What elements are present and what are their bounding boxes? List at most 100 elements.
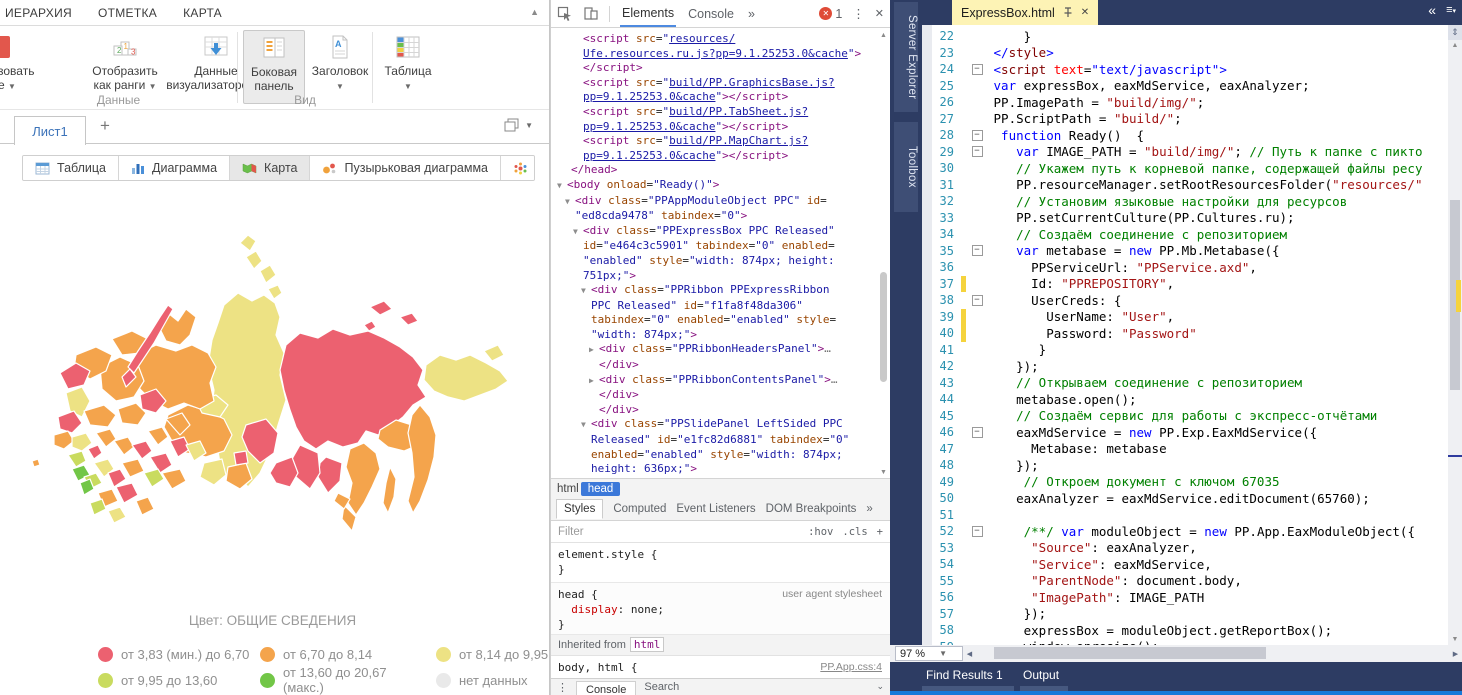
dom-tree-line[interactable]: pp=9.1.25253.0&cache"></script> [551, 149, 890, 164]
find-results-tab[interactable]: Find Results 1 [926, 668, 1003, 682]
code-line[interactable]: 36PPServiceUrl: "PPService.axd", [932, 259, 1448, 276]
fold-box-icon[interactable]: − [972, 427, 983, 438]
doc-tab-expressbox[interactable]: ExpressBox.html ✕ [952, 0, 1098, 25]
sheet-tab-list1[interactable]: Лист1 [14, 116, 86, 145]
dom-tree-line[interactable]: ▼<div class="PPAppModuleObject PPC" id= [551, 194, 890, 210]
view-tab-chart[interactable]: Диаграмма [119, 156, 230, 180]
tab-styles[interactable]: Styles [556, 499, 603, 519]
close-tab-icon[interactable]: ✕ [1081, 7, 1089, 18]
code-line[interactable]: 58expressBox = moduleObject.getReportBox… [932, 622, 1448, 639]
dom-tree-line[interactable]: </script> [551, 61, 890, 76]
dom-tree-line[interactable]: </div> [551, 403, 890, 418]
code-line[interactable]: 44metabase.open(); [932, 391, 1448, 408]
code-line[interactable]: 45// Создаём сервис для работы с экспрес… [932, 408, 1448, 425]
dom-tree-line[interactable]: ▼<body onload="Ready()"> [551, 178, 890, 194]
horizontal-scrollbar[interactable] [976, 645, 1449, 662]
code-line[interactable]: 33PP.setCurrentCulture(PP.Cultures.ru); [932, 210, 1448, 227]
more-tabs-icon[interactable]: » [746, 2, 757, 26]
window-layout-button[interactable]: ▼ [504, 118, 533, 132]
code-line[interactable]: 22} [932, 28, 1448, 45]
zoom-select[interactable]: 97 %▼ [895, 646, 963, 661]
tab-computed[interactable]: Computed [613, 503, 666, 515]
output-tab[interactable]: Output [1023, 668, 1059, 682]
drawer-tab-console[interactable]: Console [576, 681, 636, 695]
add-sheet-button[interactable]: + [100, 116, 110, 136]
more-style-tabs-icon[interactable]: » [866, 503, 872, 515]
server-explorer-tab[interactable]: Server Explorer [894, 2, 918, 112]
dom-tree-line[interactable]: ▼<div class="PPRibbon PPExpressRibbon [551, 283, 890, 299]
code-line[interactable]: 47Metabase: metabase [932, 441, 1448, 458]
rule-element-style[interactable]: element.style {} [551, 543, 890, 583]
view-tab-map[interactable]: Карта [230, 156, 310, 180]
dom-tree-line[interactable]: height: 636px;"> [551, 462, 890, 477]
dom-tree-line[interactable]: <script src="build/PP.MapChart.js? [551, 134, 890, 149]
devtools-menu-icon[interactable]: ⋮ [852, 6, 865, 21]
fold-box-icon[interactable]: − [972, 245, 983, 256]
code-line[interactable]: 50eaxAnalyzer = eaxMdService.editDocumen… [932, 490, 1448, 507]
view-tab-table[interactable]: Таблица [23, 156, 119, 180]
code-line[interactable]: 53"Source": eaxAnalyzer, [932, 540, 1448, 557]
ribbon-tab-mark[interactable]: ОТМЕТКА [85, 6, 170, 20]
code-line[interactable]: 30// Укажем путь к корневой папке, содер… [932, 160, 1448, 177]
code-line[interactable]: 48}); [932, 457, 1448, 474]
devtools-tab-elements[interactable]: Elements [620, 1, 676, 27]
code-line[interactable]: 49// Откроем документ с ключом 67035 [932, 474, 1448, 491]
collapse-panel-icon[interactable]: « [1428, 2, 1436, 18]
tab-dom-breakpoints[interactable]: DOM Breakpoints [766, 503, 857, 515]
inspect-icon[interactable] [557, 6, 573, 22]
fold-box-icon[interactable]: − [972, 146, 983, 157]
dom-tree-line[interactable]: </head> [551, 163, 890, 178]
ribbon-tab-hierarchy[interactable]: ИЕРАРХИЯ [0, 6, 85, 20]
dom-tree-line[interactable]: PPC Released" id="f1fa8f48da306" [551, 299, 890, 314]
class-toggle[interactable]: .cls [842, 526, 867, 538]
code-line[interactable]: 55"ParentNode": document.body, [932, 573, 1448, 590]
dom-tree-line[interactable]: <script src="build/PP.GraphicsBase.js? [551, 76, 890, 91]
scroll-up-icon[interactable]: ▲ [878, 32, 889, 39]
code-line[interactable]: 40Password: "Password" [932, 325, 1448, 342]
rule-head[interactable]: head { user agent stylesheet display: no… [551, 583, 890, 635]
code-line[interactable]: 26PP.ImagePath = "build/img/"; [932, 94, 1448, 111]
tab-event-listeners[interactable]: Event Listeners [676, 503, 755, 515]
ribbon-cut-button[interactable]: зовать е ▼ [0, 30, 56, 94]
dom-tree-line[interactable]: enabled="enabled" style="width: 874px; [551, 448, 890, 463]
toolbox-tab[interactable]: Toolbox [894, 122, 918, 212]
dom-tree-line[interactable]: ▼<div class="PPExpressBox PPC Released" [551, 224, 890, 240]
dom-tree-line[interactable]: "width: 874px;"> [551, 328, 890, 343]
code-line[interactable]: 24−<script text="text/javascript"> [932, 61, 1448, 78]
filter-input[interactable]: Filter [558, 526, 584, 538]
code-line[interactable]: 29−var IMAGE_PATH = "build/img/"; // Пут… [932, 144, 1448, 161]
view-tab-bubble-tree[interactable]: Пузырьковое де [501, 156, 535, 180]
dom-tree-line[interactable]: tabindex="0" enabled="enabled" style= [551, 313, 890, 328]
code-line[interactable]: 34// Создаём соединение с репозиторием [932, 226, 1448, 243]
scroll-down-icon[interactable]: ▼ [1448, 636, 1462, 643]
dom-tree-line[interactable]: </div> [551, 388, 890, 403]
title-button[interactable]: A Заголовок ▼ [310, 30, 370, 94]
fold-box-icon[interactable]: − [972, 64, 983, 75]
code-line[interactable]: 38−UserCreds: { [932, 292, 1448, 309]
dom-tree-line[interactable]: ▶<table cellpadding="0" cellspacing= [551, 477, 890, 478]
dom-tree-line[interactable]: ▶<div class="PPRibbonHeadersPanel">… [551, 342, 890, 358]
view-tab-bubble-chart[interactable]: Пузырьковая диаграмма [310, 156, 501, 180]
code-line[interactable]: 41} [932, 342, 1448, 359]
code-line[interactable]: 57}); [932, 606, 1448, 623]
error-badge[interactable]: ✕ 1 [819, 7, 842, 21]
dom-tree-line[interactable]: "enabled" style="width: 874px; height: [551, 254, 890, 269]
scroll-down-icon[interactable]: ▼ [878, 469, 889, 476]
fold-box-icon[interactable]: − [972, 526, 983, 537]
window-list-icon[interactable]: ≡▾ [1446, 4, 1456, 16]
dom-tree-line[interactable]: Released" id="e1fc82d6881" tabindex="0" [551, 433, 890, 448]
drawer-collapse-icon[interactable]: ⌄ [876, 681, 884, 692]
code-line[interactable]: 42}); [932, 358, 1448, 375]
dom-tree-line[interactable]: pp=9.1.25253.0&cache"></script> [551, 120, 890, 135]
stylesheet-link[interactable]: PP.App.css:4 [820, 660, 882, 675]
editor-vertical-scrollbar[interactable]: ⇕ ▲ ▼ [1448, 25, 1462, 645]
ribbon-tab-map[interactable]: КАРТА [170, 6, 235, 20]
dom-tree-line[interactable]: "ed8cda9478" tabindex="0"> [551, 209, 890, 224]
fold-box-icon[interactable]: − [972, 130, 983, 141]
code-line[interactable]: 31PP.resourceManager.setRootResourcesFol… [932, 177, 1448, 194]
splitter-handle[interactable]: ⇕ [1448, 25, 1462, 40]
scroll-up-icon[interactable]: ▲ [1448, 42, 1462, 49]
dom-tree-line[interactable]: 751px;"> [551, 269, 890, 284]
devtools-tab-console[interactable]: Console [686, 2, 736, 26]
code-line[interactable]: 43// Открываем соединение с репозиторием [932, 375, 1448, 392]
